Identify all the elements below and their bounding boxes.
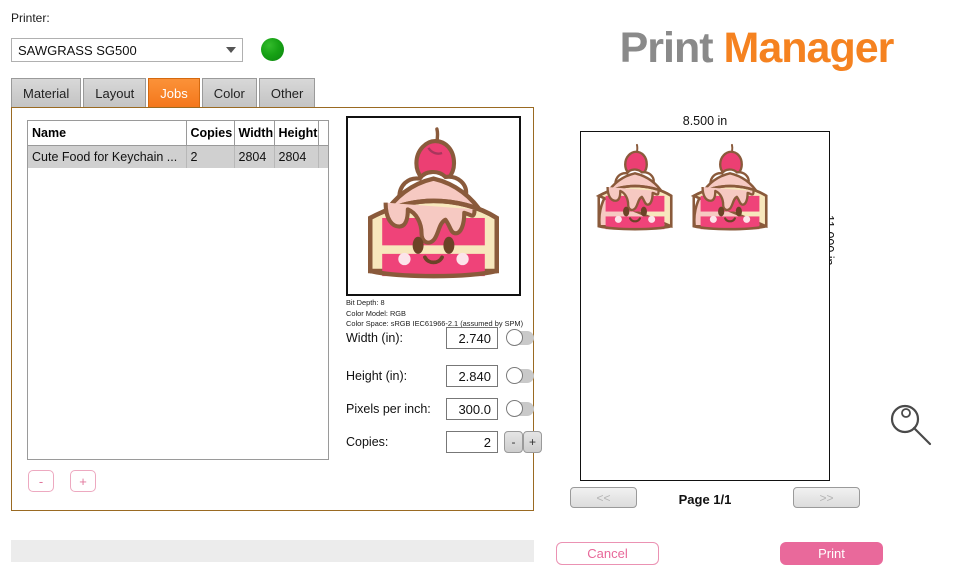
printer-select-value: SAWGRASS SG500 bbox=[18, 42, 137, 58]
settings-tab-bar: Material Layout Jobs Color Other bbox=[11, 78, 317, 108]
printer-label: Printer: bbox=[11, 11, 50, 25]
meta-color-model: Color Model: RGB bbox=[346, 308, 406, 318]
sheet-cake-copy-1[interactable] bbox=[586, 140, 684, 238]
column-header-height[interactable]: Height bbox=[274, 121, 319, 146]
status-progress-bar bbox=[11, 540, 534, 562]
width-lock-toggle[interactable] bbox=[506, 329, 534, 346]
height-lock-toggle[interactable] bbox=[506, 367, 534, 384]
magnifier-glyph bbox=[890, 404, 932, 446]
column-header-spacer bbox=[318, 121, 328, 146]
page-title: Print Manager bbox=[555, 24, 958, 73]
height-property-row: Height (in): 2.840 bbox=[346, 364, 534, 388]
height-input[interactable]: 2.840 bbox=[446, 365, 498, 387]
copies-property-row: Copies: 2 - + bbox=[346, 430, 542, 454]
add-job-button[interactable]: + bbox=[70, 470, 96, 492]
page-width-label: 8.500 in bbox=[682, 114, 728, 128]
width-label: Width (in): bbox=[346, 331, 403, 345]
jobs-table-container[interactable]: Name Copies Width Height Cute Food for K… bbox=[27, 120, 329, 460]
tab-color[interactable]: Color bbox=[201, 78, 257, 108]
cake-illustration-icon bbox=[690, 143, 768, 231]
tab-other[interactable]: Other bbox=[258, 78, 316, 108]
width-input[interactable]: 2.740 bbox=[446, 327, 498, 349]
printer-select[interactable]: SAWGRASS SG500 bbox=[11, 38, 243, 62]
ppi-lock-toggle[interactable] bbox=[506, 400, 534, 417]
page-indicator: Page 1/1 bbox=[678, 492, 732, 507]
tab-jobs[interactable]: Jobs bbox=[148, 78, 200, 108]
cell-width: 2804 bbox=[234, 145, 275, 168]
column-header-copies[interactable]: Copies bbox=[186, 121, 235, 146]
column-header-name[interactable]: Name bbox=[28, 121, 187, 146]
printer-settings-column: Printer: SAWGRASS SG500 Material Layout … bbox=[0, 0, 542, 585]
cell-copies: 2 bbox=[186, 145, 235, 168]
print-preview-column: Print Manager 8.500 in 11.000 in bbox=[540, 0, 973, 585]
tab-material[interactable]: Material bbox=[11, 78, 82, 108]
ppi-input[interactable]: 300.0 bbox=[446, 398, 498, 420]
meta-bit-depth: Bit Depth: 8 bbox=[346, 298, 385, 307]
job-thumbnail[interactable] bbox=[346, 116, 521, 296]
jobs-panel: Name Copies Width Height Cute Food for K… bbox=[11, 107, 542, 511]
chevron-down-icon bbox=[226, 47, 236, 53]
app-title-print: Print bbox=[619, 24, 724, 72]
print-button[interactable]: Print bbox=[780, 542, 883, 565]
cake-illustration-icon bbox=[368, 127, 499, 279]
cell-height: 2804 bbox=[274, 145, 319, 168]
status-led-icon bbox=[261, 38, 284, 61]
column-header-width[interactable]: Width bbox=[234, 121, 275, 146]
ppi-property-row: Pixels per inch: 300.0 bbox=[346, 397, 534, 421]
cell-spacer bbox=[318, 145, 328, 168]
previous-page-button[interactable]: << bbox=[570, 487, 637, 508]
copies-decrement-button[interactable]: - bbox=[504, 431, 523, 453]
cancel-button[interactable]: Cancel bbox=[556, 542, 659, 565]
table-header-row: Name Copies Width Height bbox=[28, 121, 328, 146]
copies-label: Copies: bbox=[346, 435, 389, 449]
tab-layout[interactable]: Layout bbox=[83, 78, 147, 108]
next-page-button[interactable]: >> bbox=[793, 487, 860, 508]
app-title-manager: Manager bbox=[723, 24, 895, 72]
table-row[interactable]: Cute Food for Keychain ... 2 2804 2804 bbox=[28, 145, 328, 168]
magnifier-icon[interactable] bbox=[885, 400, 937, 452]
page-sheet-preview[interactable] bbox=[580, 131, 830, 481]
cell-name: Cute Food for Keychain ... bbox=[28, 145, 187, 168]
width-property-row: Width (in): 2.740 bbox=[346, 326, 534, 350]
height-label: Height (in): bbox=[346, 369, 408, 383]
ppi-label: Pixels per inch: bbox=[346, 402, 431, 416]
remove-job-button[interactable]: - bbox=[28, 470, 54, 492]
copies-input[interactable]: 2 bbox=[446, 431, 498, 453]
jobs-table: Name Copies Width Height Cute Food for K… bbox=[28, 121, 328, 168]
sheet-cake-copy-2[interactable] bbox=[681, 140, 779, 238]
cake-illustration-icon bbox=[595, 143, 673, 231]
